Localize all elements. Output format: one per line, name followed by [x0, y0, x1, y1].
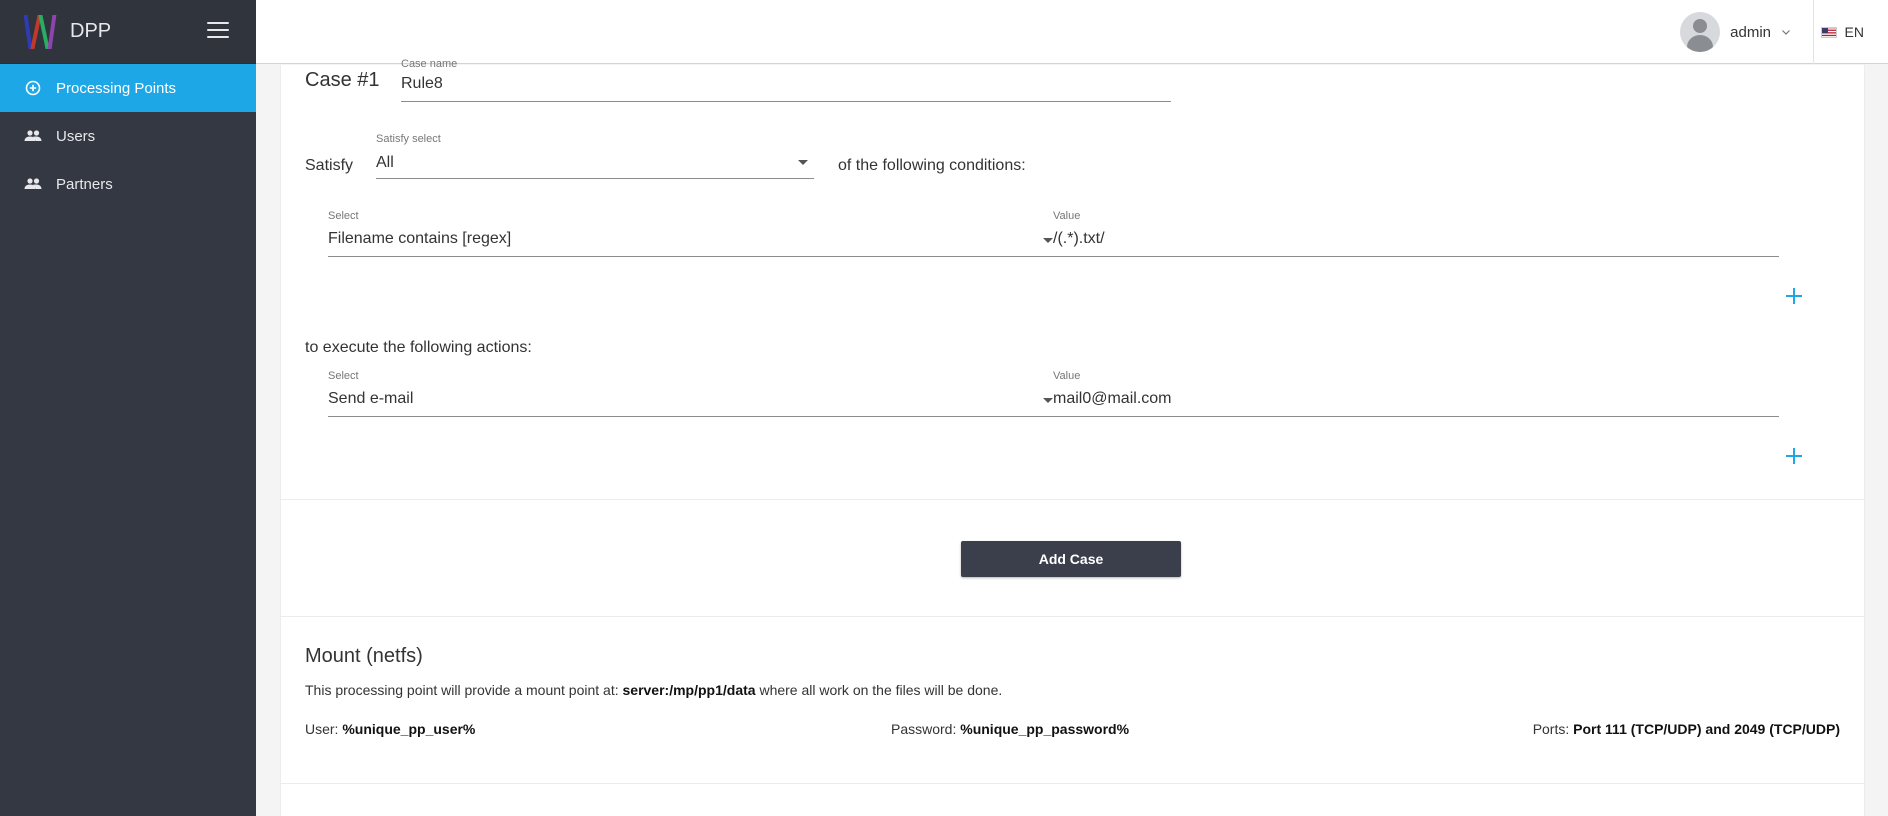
sidebar-item-label: Users [56, 127, 96, 145]
topbar: admin EN [256, 0, 1888, 64]
actions-intro: to execute the following actions: [305, 339, 532, 356]
sidebar-item-label: Partners [56, 175, 113, 193]
mount-desc-suffix: where all work on the files will be done… [755, 682, 1003, 698]
sidebar-item-partners[interactable]: Partners [0, 160, 256, 208]
us-flag-icon [1820, 26, 1837, 38]
mount-desc-prefix: This processing point will provide a mou… [305, 682, 623, 698]
mount-user-value: %unique_pp_user% [342, 721, 476, 737]
mount-ports-value: Port 111 (TCP/UDP) and 2049 (TCP/UDP) [1573, 721, 1840, 737]
action-value-value: mail0@mail.com [1053, 390, 1172, 407]
mount-user: User: %unique_pp_user% [305, 721, 475, 737]
people-icon [24, 175, 42, 193]
menu-toggle-icon[interactable] [207, 22, 229, 40]
mount-ports: Ports: Port 111 (TCP/UDP) and 2049 (TCP/… [1533, 721, 1840, 737]
mount-title: Mount (netfs) [305, 645, 423, 667]
dpp-logo-icon [23, 14, 60, 49]
action-value-field[interactable]: Value mail0@mail.com [1053, 370, 1779, 416]
action-value-label: Value [1053, 370, 1081, 382]
sidebar-item-users[interactable]: Users [0, 112, 256, 160]
condition-select[interactable]: Select Filename contains [regex] [328, 210, 1053, 256]
plus-circle-icon [24, 79, 42, 97]
mount-password-label: Password: [891, 721, 961, 737]
case-name-field[interactable]: Case name Rule8 [401, 58, 1171, 102]
condition-value-value: /(.*).txt/ [1053, 230, 1105, 247]
caret-down-icon [1043, 238, 1053, 243]
people-icon [24, 127, 42, 145]
sidebar-item-label: Processing Points [56, 79, 177, 97]
language-label: EN [1844, 24, 1864, 40]
caret-down-icon [1043, 398, 1053, 403]
sidebar-item-processing-points[interactable]: Processing Points [0, 64, 256, 112]
topbar-divider [1813, 0, 1814, 64]
action-underline [328, 416, 1779, 417]
mount-ports-label: Ports: [1532, 721, 1574, 737]
mount-description: This processing point will provide a mou… [305, 682, 1002, 698]
add-action-icon[interactable] [1784, 446, 1804, 466]
satisfy-select-value: All [376, 154, 394, 171]
section-divider [281, 616, 1866, 617]
action-select[interactable]: Select Send e-mail [328, 370, 1053, 416]
chevron-down-icon [1782, 30, 1790, 35]
condition-underline [328, 256, 1779, 257]
case-name-value: Rule8 [401, 75, 443, 92]
case-title: Case #1 [305, 69, 380, 91]
condition-select-label: Select [328, 210, 359, 222]
condition-value-label: Value [1053, 210, 1081, 222]
add-case-button[interactable]: Add Case [961, 541, 1181, 577]
satisfy-select-label: Satisfy select [376, 133, 441, 145]
satisfy-suffix: of the following conditions: [838, 157, 1026, 174]
mount-path: server:/mp/pp1/data [622, 682, 756, 698]
caret-down-icon [798, 160, 808, 165]
language-selector[interactable]: EN [1820, 24, 1864, 40]
mount-password: Password: %unique_pp_password% [891, 721, 1129, 737]
add-condition-icon[interactable] [1784, 286, 1804, 306]
satisfy-select[interactable]: Satisfy select All [376, 133, 814, 179]
section-divider [281, 499, 1866, 500]
case-name-label: Case name [401, 58, 458, 70]
mount-password-value: %unique_pp_password% [960, 721, 1130, 737]
avatar [1680, 12, 1721, 52]
mount-user-label: User: [305, 721, 343, 737]
brand-name: DPP [70, 20, 112, 42]
user-name: admin [1730, 23, 1771, 41]
action-select-value: Send e-mail [328, 390, 414, 407]
satisfy-prefix: Satisfy [305, 157, 354, 174]
action-select-label: Select [328, 370, 359, 382]
section-divider [281, 783, 1866, 784]
user-menu[interactable]: admin [1680, 12, 1791, 52]
condition-select-value: Filename contains [regex] [328, 230, 512, 247]
sidebar: DPP Processing Points Users Partners [0, 0, 256, 816]
processing-point-card: Case #1 Case name Rule8 Satisfy Satisfy … [280, 58, 1866, 816]
condition-value-field[interactable]: Value /(.*).txt/ [1053, 210, 1779, 256]
